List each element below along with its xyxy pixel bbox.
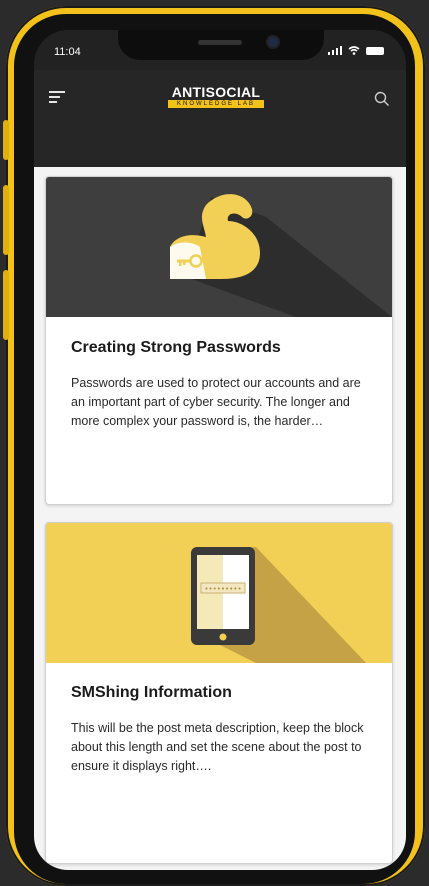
wifi-icon <box>348 46 360 55</box>
smartphone-password-icon: ••••••••• <box>191 547 366 663</box>
post-title[interactable]: Creating Strong Passwords <box>71 339 281 357</box>
post-title[interactable]: SMShing Information <box>71 684 232 702</box>
front-camera <box>268 37 278 47</box>
post-description: Passwords are used to protect our accoun… <box>71 376 361 428</box>
post-hero-image <box>46 177 392 317</box>
search-icon[interactable] <box>374 91 390 107</box>
post-card[interactable]: ••••••••• SMShing Information This will … <box>45 522 393 864</box>
post-hero-image: ••••••••• <box>46 523 392 663</box>
menu-icon[interactable] <box>49 91 65 106</box>
flexed-arm-key-icon <box>170 194 392 317</box>
phone-screen: 11:04 ANTISOCIAL KNOWLEDGE LAB Creating … <box>34 30 406 870</box>
logo-main-text: ANTISOCIAL <box>171 84 261 100</box>
phone-side-button <box>3 270 9 340</box>
phone-side-button <box>3 120 9 160</box>
post-description: This will be the post meta description, … <box>71 721 364 773</box>
phone-side-button <box>3 185 9 255</box>
app-logo[interactable]: ANTISOCIAL KNOWLEDGE LAB <box>168 85 264 108</box>
post-card[interactable]: Creating Strong Passwords Passwords are … <box>45 176 393 505</box>
logo-sub-text: KNOWLEDGE LAB <box>168 100 264 108</box>
status-icons <box>328 46 384 55</box>
status-time: 11:04 <box>54 46 81 58</box>
battery-icon <box>366 46 384 55</box>
speaker <box>198 40 242 45</box>
signal-icon <box>328 46 342 55</box>
post-list: Creating Strong Passwords Passwords are … <box>34 167 406 870</box>
svg-text:•••••••••: ••••••••• <box>204 585 241 593</box>
notch <box>118 30 324 60</box>
